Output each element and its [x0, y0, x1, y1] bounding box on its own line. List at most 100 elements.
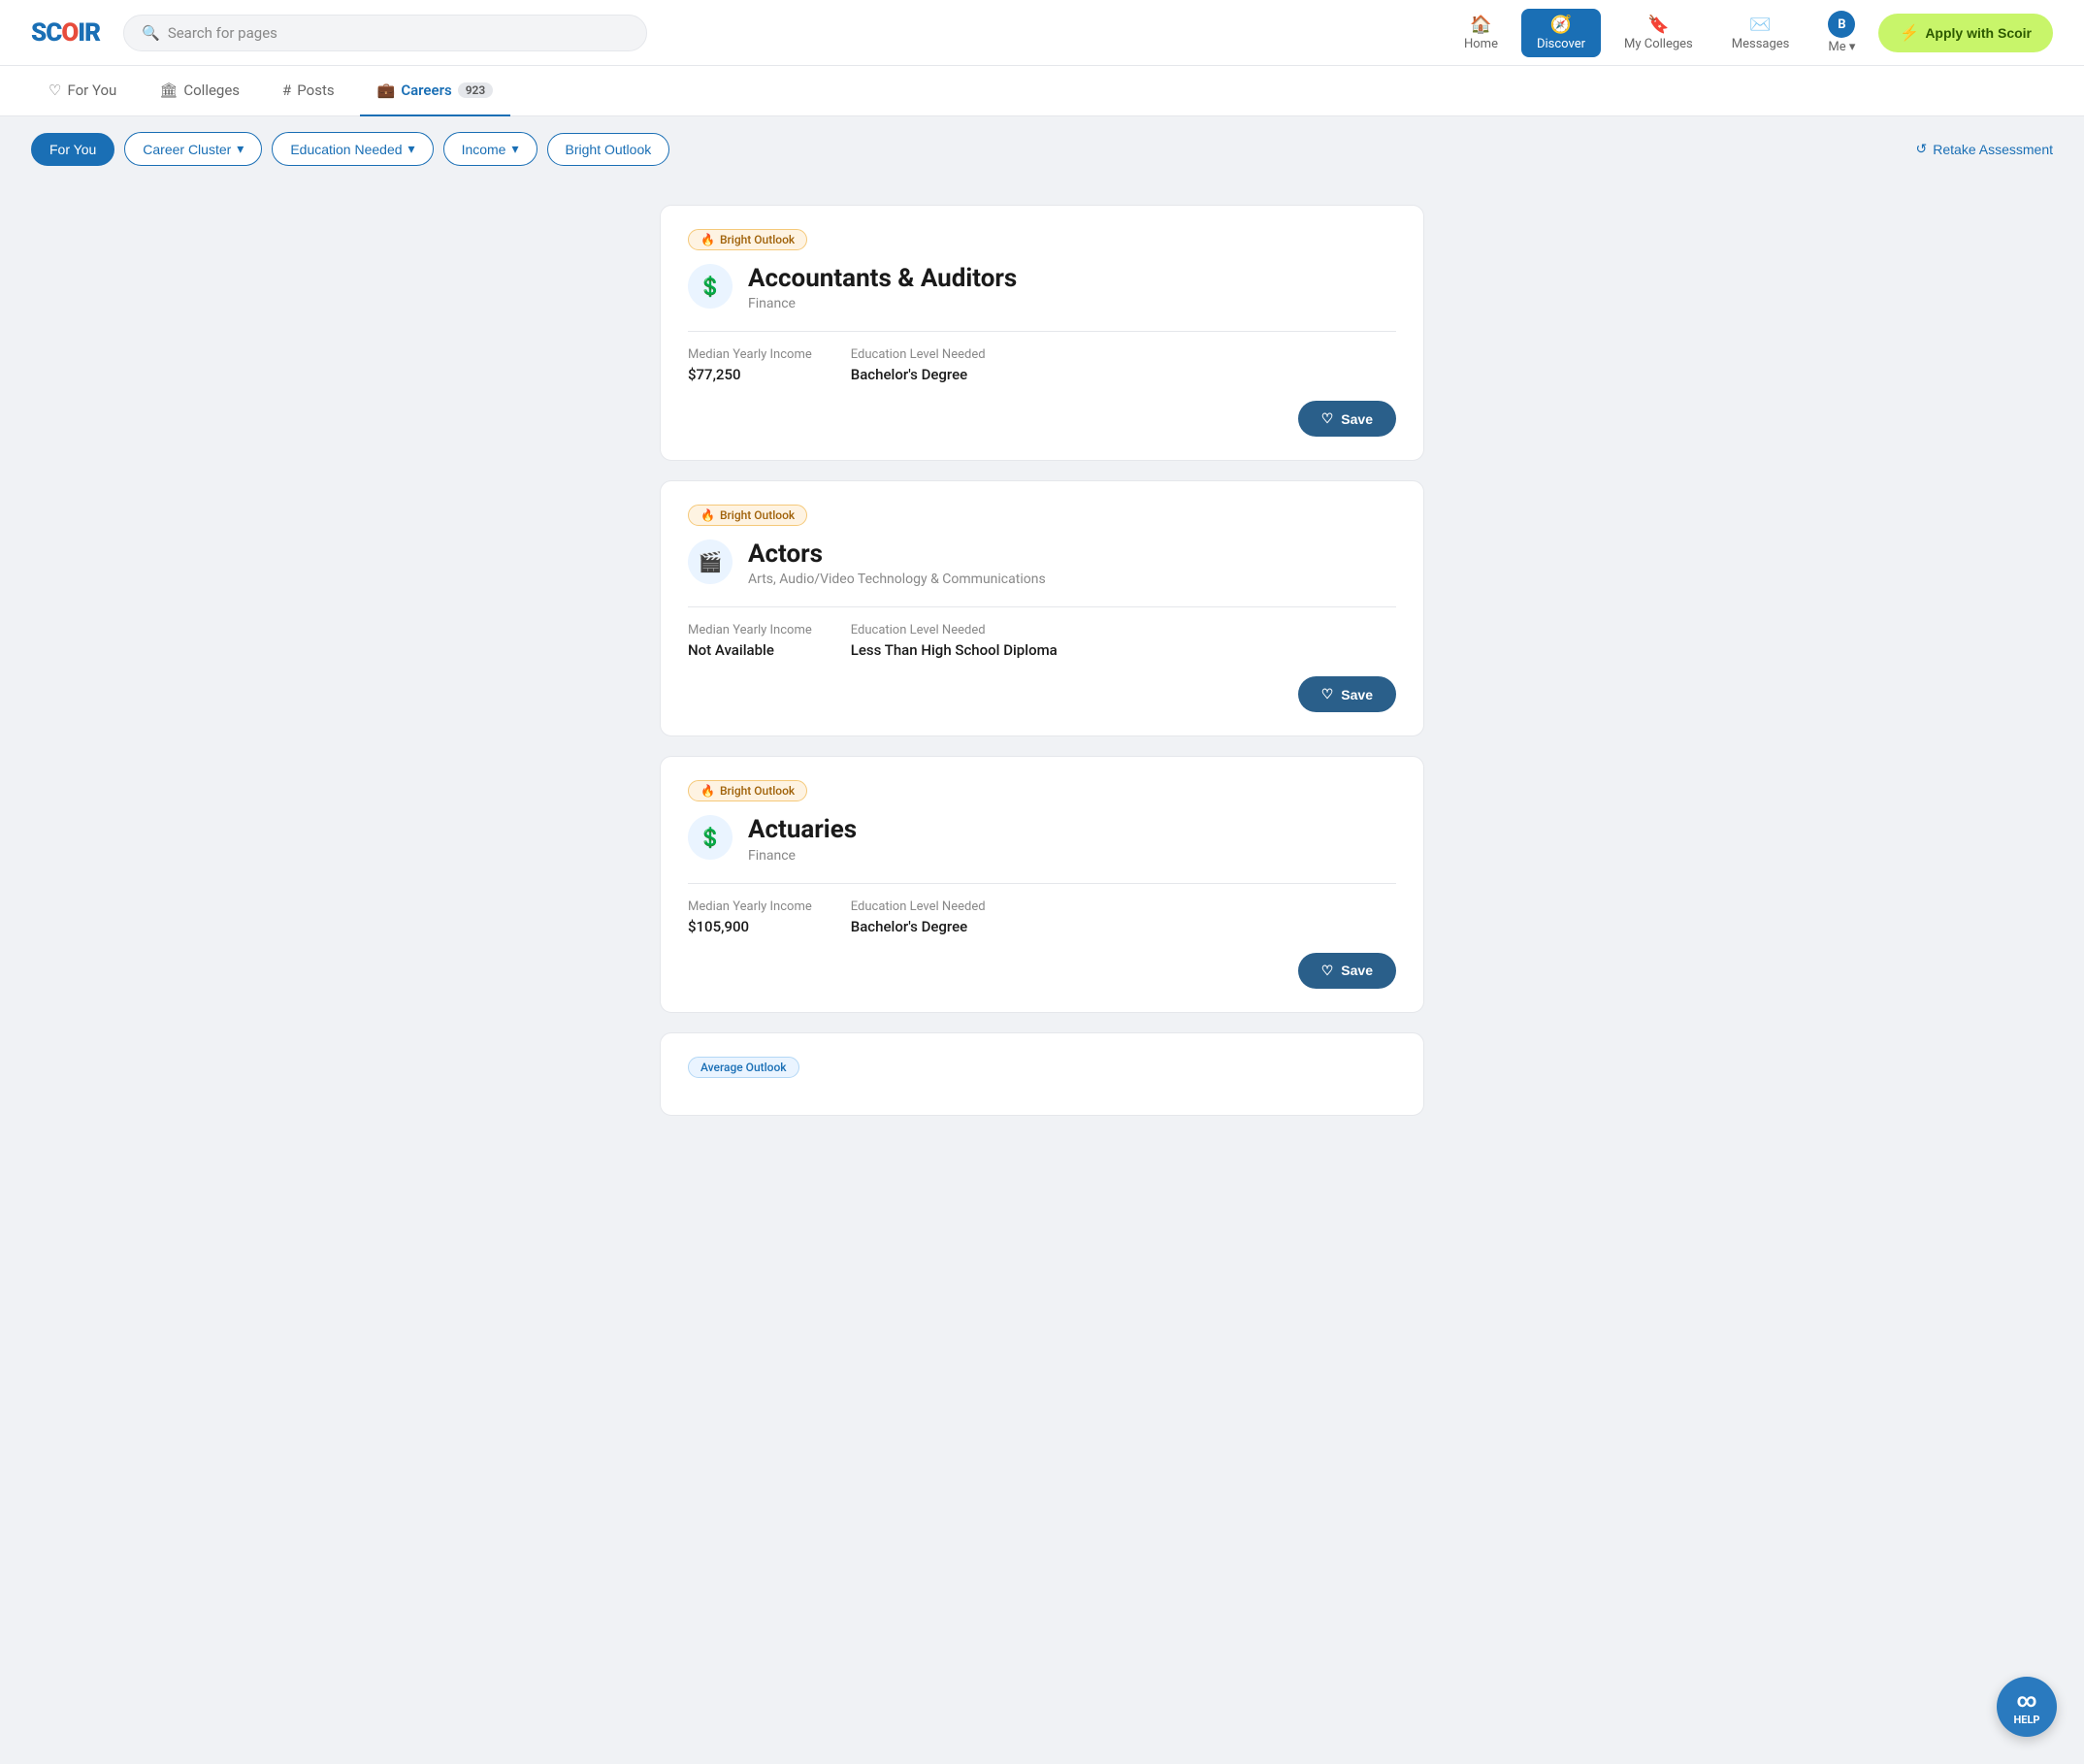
chevron-down-icon-3: ▾: [511, 141, 518, 157]
divider-2: [688, 606, 1396, 607]
save-button-3[interactable]: ♡ Save: [1298, 953, 1396, 989]
nav-discover[interactable]: 🧭 Discover: [1521, 9, 1601, 57]
filter-income[interactable]: Income ▾: [443, 132, 537, 166]
tab-posts-label: Posts: [297, 82, 334, 99]
flame-icon-2: 🔥: [700, 508, 715, 522]
nav-discover-label: Discover: [1537, 37, 1585, 51]
filter-for-you[interactable]: For You: [31, 133, 114, 166]
nav-me[interactable]: B Me ▾: [1812, 5, 1871, 60]
filter-career-cluster[interactable]: Career Cluster ▾: [124, 132, 262, 166]
filter-career-cluster-label: Career Cluster: [143, 142, 231, 157]
heart-save-icon-1: ♡: [1321, 410, 1334, 427]
stat-income-3: Median Yearly Income $105,900: [688, 899, 812, 935]
filter-bright-outlook-label: Bright Outlook: [566, 142, 652, 157]
save-button-2[interactable]: ♡ Save: [1298, 676, 1396, 712]
stat-income-2: Median Yearly Income Not Available: [688, 623, 812, 659]
filter-bright-outlook[interactable]: Bright Outlook: [547, 133, 670, 166]
logo[interactable]: SCOIR: [31, 18, 100, 48]
career-cluster-1: Finance: [748, 296, 1017, 311]
navbar: SCOIR 🔍 Search for pages 🏠 Home 🧭 Discov…: [0, 0, 2084, 66]
stat-income-1: Median Yearly Income $77,250: [688, 347, 812, 383]
colleges-icon: 🏛: [159, 82, 178, 99]
home-icon: 🏠: [1470, 15, 1491, 35]
messages-icon: ✉️: [1749, 15, 1771, 35]
filter-education-needed[interactable]: Education Needed ▾: [272, 132, 433, 166]
career-stats-1: Median Yearly Income $77,250 Education L…: [688, 347, 1396, 383]
filter-income-label: Income: [462, 142, 506, 157]
career-title-2: Actors: [748, 539, 1046, 570]
chevron-down-icon-2: ▾: [408, 141, 415, 157]
career-stats-2: Median Yearly Income Not Available Educa…: [688, 623, 1396, 659]
careers-icon: 💼: [377, 82, 396, 99]
nav-home[interactable]: 🏠 Home: [1449, 9, 1514, 57]
help-icon: ∞: [2017, 1688, 2037, 1712]
career-icon-2: 🎬: [688, 539, 733, 584]
retake-icon: ↺: [1916, 141, 1928, 157]
career-icon-1: 💲: [688, 264, 733, 309]
career-title-1: Accountants & Auditors: [748, 264, 1017, 294]
career-info-1: Accountants & Auditors Finance: [748, 264, 1017, 311]
outlook-badge-3: 🔥 Bright Outlook: [688, 780, 807, 801]
heart-icon: ♡: [49, 82, 61, 99]
tab-for-you-label: For You: [67, 82, 116, 99]
save-button-1[interactable]: ♡ Save: [1298, 401, 1396, 437]
chevron-down-icon: ▾: [237, 141, 244, 157]
bolt-icon: ⚡: [1900, 23, 1919, 43]
filter-education-label: Education Needed: [290, 142, 402, 157]
career-info-2: Actors Arts, Audio/Video Technology & Co…: [748, 539, 1046, 587]
career-card-actors: 🔥 Bright Outlook 🎬 Actors Arts, Audio/Vi…: [660, 480, 1424, 736]
card-footer-3: ♡ Save: [688, 953, 1396, 989]
retake-assessment-button[interactable]: ↺ Retake Assessment: [1916, 141, 2053, 157]
career-cluster-2: Arts, Audio/Video Technology & Communica…: [748, 572, 1046, 587]
nav-my-colleges[interactable]: 🔖 My Colleges: [1609, 9, 1709, 57]
career-cluster-3: Finance: [748, 848, 857, 864]
discover-icon: 🧭: [1550, 15, 1572, 35]
tabs-row: ♡ For You 🏛 Colleges # Posts 💼 Careers 9…: [0, 66, 2084, 116]
help-label: HELP: [2014, 1714, 2040, 1726]
nav-messages[interactable]: ✉️ Messages: [1716, 9, 1806, 57]
apply-button[interactable]: ⚡ Apply with Scoir: [1878, 14, 2053, 52]
search-bar[interactable]: 🔍 Search for pages: [123, 15, 647, 51]
tab-careers[interactable]: 💼 Careers 923: [360, 66, 511, 116]
bookmark-icon: 🔖: [1647, 15, 1669, 35]
flame-icon-1: 🔥: [700, 233, 715, 246]
tab-careers-label: Careers: [401, 82, 451, 99]
heart-save-icon-3: ♡: [1321, 963, 1334, 979]
card-footer-2: ♡ Save: [688, 676, 1396, 712]
nav-me-label: Me ▾: [1828, 40, 1855, 54]
career-card-actuaries: 🔥 Bright Outlook 💲 Actuaries Finance Med…: [660, 756, 1424, 1012]
career-header-3: 💲 Actuaries Finance: [688, 815, 1396, 863]
divider-1: [688, 331, 1396, 332]
nav-home-label: Home: [1464, 37, 1498, 51]
divider-3: [688, 883, 1396, 884]
tab-for-you[interactable]: ♡ For You: [31, 66, 134, 116]
nav-messages-label: Messages: [1732, 37, 1790, 51]
outlook-badge-4: Average Outlook: [688, 1057, 799, 1078]
search-placeholder: Search for pages: [168, 24, 277, 42]
outlook-badge-2: 🔥 Bright Outlook: [688, 505, 807, 526]
flame-icon-3: 🔥: [700, 784, 715, 798]
stat-education-3: Education Level Needed Bachelor's Degree: [851, 899, 986, 935]
retake-label: Retake Assessment: [1933, 142, 2053, 157]
filters-row: For You Career Cluster ▾ Education Neede…: [0, 116, 2084, 181]
career-header-1: 💲 Accountants & Auditors Finance: [688, 264, 1396, 311]
careers-badge: 923: [458, 82, 494, 98]
help-button[interactable]: ∞ HELP: [1997, 1677, 2057, 1737]
career-icon-3: 💲: [688, 815, 733, 860]
tab-posts[interactable]: # Posts: [265, 66, 352, 116]
user-avatar: B: [1828, 11, 1855, 38]
stat-education-2: Education Level Needed Less Than High Sc…: [851, 623, 1058, 659]
careers-list: 🔥 Bright Outlook 💲 Accountants & Auditor…: [644, 205, 1440, 1116]
career-stats-3: Median Yearly Income $105,900 Education …: [688, 899, 1396, 935]
career-info-3: Actuaries Finance: [748, 815, 857, 863]
search-icon: 🔍: [142, 24, 160, 42]
card-footer-1: ♡ Save: [688, 401, 1396, 437]
filter-for-you-label: For You: [49, 142, 96, 157]
outlook-badge-1: 🔥 Bright Outlook: [688, 229, 807, 250]
apply-label: Apply with Scoir: [1925, 25, 2032, 41]
career-header-2: 🎬 Actors Arts, Audio/Video Technology & …: [688, 539, 1396, 587]
nav-colleges-label: My Colleges: [1624, 37, 1693, 51]
career-card-accountants-auditors: 🔥 Bright Outlook 💲 Accountants & Auditor…: [660, 205, 1424, 461]
nav-items: 🏠 Home 🧭 Discover 🔖 My Colleges ✉️ Messa…: [1449, 5, 2053, 60]
tab-colleges[interactable]: 🏛 Colleges: [142, 66, 257, 116]
